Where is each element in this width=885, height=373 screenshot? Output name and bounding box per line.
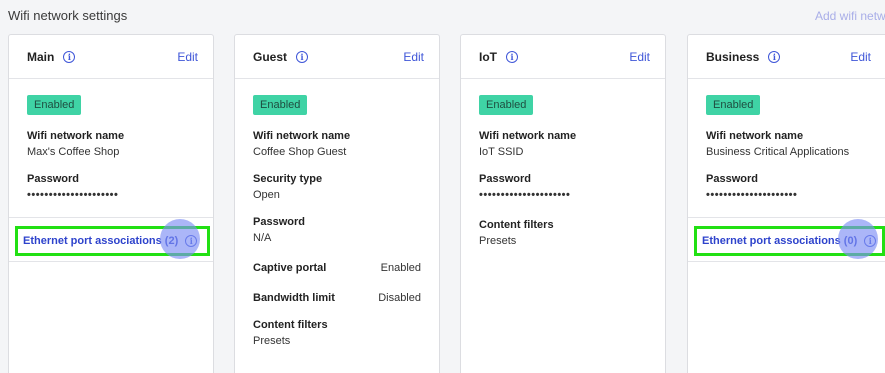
ssid-value: Max's Coffee Shop bbox=[27, 146, 120, 158]
divider bbox=[688, 217, 885, 218]
info-icon[interactable]: i bbox=[506, 50, 518, 63]
status-badge: Enabled bbox=[706, 95, 761, 115]
divider bbox=[9, 261, 213, 262]
divider bbox=[688, 261, 885, 262]
card-header: Main i Edit bbox=[9, 35, 213, 79]
ssid-value: Coffee Shop Guest bbox=[253, 146, 347, 158]
card-body: Enabled Wifi network name Coffee Shop Gu… bbox=[235, 79, 439, 347]
page-title: Wifi network settings bbox=[8, 8, 128, 23]
security-type-label: Security type bbox=[253, 173, 323, 185]
ssid-label: Wifi network name bbox=[27, 130, 125, 142]
network-card-business: Business i Edit Enabled Wifi network nam… bbox=[687, 34, 885, 373]
wifi-settings-page: Wifi network settings Add wifi network M… bbox=[0, 0, 885, 373]
network-card-iot: IoT i Edit Enabled Wifi network name IoT… bbox=[460, 34, 666, 373]
info-icon[interactable]: i bbox=[864, 235, 877, 247]
card-title: Guest bbox=[253, 49, 288, 64]
edit-business-button[interactable]: Edit bbox=[850, 50, 871, 64]
card-header: Business i Edit bbox=[688, 35, 885, 79]
content-filters-label: Content filters bbox=[479, 219, 554, 231]
captive-portal-row: Captive portal Enabled bbox=[253, 262, 421, 274]
ssid-value: IoT SSID bbox=[479, 146, 524, 158]
edit-guest-button[interactable]: Edit bbox=[403, 50, 424, 64]
info-icon[interactable]: i bbox=[768, 50, 781, 63]
network-card-main: Main i Edit Enabled Wifi network name Ma… bbox=[8, 34, 214, 373]
password-label: Password bbox=[27, 173, 79, 185]
password-value: ••••••••••••••••••••• bbox=[27, 189, 119, 201]
card-body: Enabled Wifi network name Business Criti… bbox=[688, 79, 885, 201]
content-filters-value: Presets bbox=[253, 335, 291, 347]
status-badge: Enabled bbox=[27, 95, 82, 115]
password-value: ••••••••••••••••••••• bbox=[706, 189, 798, 201]
bandwidth-limit-label: Bandwidth limit bbox=[253, 292, 335, 304]
password-label: Password bbox=[253, 216, 305, 228]
ssid-value: Business Critical Applications bbox=[706, 146, 850, 158]
assoc-label: Ethernet port associations (2) bbox=[23, 235, 179, 247]
status-badge: Enabled bbox=[253, 95, 308, 115]
password-label: Password bbox=[706, 173, 758, 185]
assoc-label: Ethernet port associations (0) bbox=[702, 235, 858, 247]
ssid-label: Wifi network name bbox=[253, 130, 351, 142]
edit-iot-button[interactable]: Edit bbox=[629, 50, 650, 64]
password-value: N/A bbox=[253, 232, 272, 244]
info-icon[interactable]: i bbox=[296, 50, 309, 63]
network-card-guest: Guest i Edit Enabled Wifi network name C… bbox=[234, 34, 440, 373]
ssid-label: Wifi network name bbox=[706, 130, 804, 142]
password-label: Password bbox=[479, 173, 531, 185]
divider bbox=[9, 217, 213, 218]
card-header: IoT i Edit bbox=[461, 35, 665, 79]
add-wifi-network-link[interactable]: Add wifi network bbox=[815, 9, 885, 23]
edit-main-button[interactable]: Edit bbox=[177, 50, 198, 64]
ethernet-port-associations-link[interactable]: Ethernet port associations (2) i bbox=[15, 226, 210, 256]
bandwidth-limit-value: Disabled bbox=[378, 292, 421, 304]
captive-portal-label: Captive portal bbox=[253, 262, 327, 274]
security-type-value: Open bbox=[253, 189, 280, 201]
content-filters-label: Content filters bbox=[253, 319, 328, 331]
ethernet-port-associations-link[interactable]: Ethernet port associations (0) i bbox=[694, 226, 885, 256]
ssid-label: Wifi network name bbox=[479, 130, 577, 142]
card-title: Business bbox=[706, 49, 760, 64]
status-badge: Enabled bbox=[479, 95, 534, 115]
card-body: Enabled Wifi network name IoT SSID Passw… bbox=[461, 79, 665, 247]
info-icon[interactable]: i bbox=[185, 235, 198, 247]
content-filters-value: Presets bbox=[479, 235, 517, 247]
captive-portal-value: Enabled bbox=[380, 262, 421, 274]
bandwidth-limit-row: Bandwidth limit Disabled bbox=[253, 292, 421, 304]
password-value: ••••••••••••••••••••• bbox=[479, 189, 571, 201]
card-body: Enabled Wifi network name Max's Coffee S… bbox=[9, 79, 213, 201]
card-title: IoT bbox=[479, 49, 497, 64]
card-header: Guest i Edit bbox=[235, 35, 439, 79]
card-title: Main bbox=[27, 49, 55, 64]
info-icon[interactable]: i bbox=[63, 50, 76, 63]
